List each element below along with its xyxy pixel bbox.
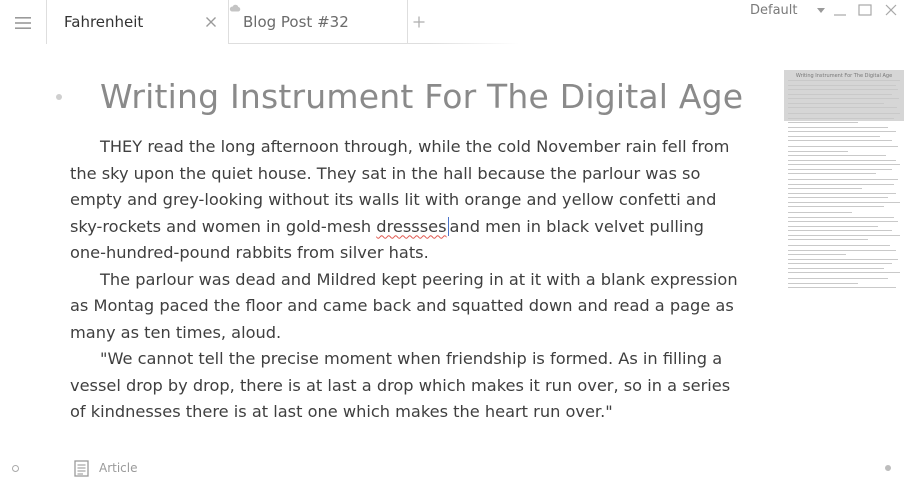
minimap-line xyxy=(788,126,888,128)
minimap-line xyxy=(788,278,888,279)
minimap-line xyxy=(788,263,892,264)
minimap-line xyxy=(788,135,880,137)
minimap-line xyxy=(788,188,862,189)
chevron-down-icon xyxy=(816,8,825,13)
minimap-line xyxy=(788,80,900,81)
minimap-line xyxy=(788,234,900,236)
document-type-label[interactable]: Article xyxy=(99,461,138,475)
minimap-line xyxy=(788,282,858,284)
minimap-line xyxy=(788,168,892,170)
minimap-line xyxy=(788,98,899,99)
tab-fahrenheit[interactable]: Fahrenheit xyxy=(46,0,229,44)
minimap-title: Writing Instrument For The Digital Age xyxy=(795,73,893,79)
minimap-line xyxy=(788,102,884,104)
minimap-line xyxy=(788,221,898,222)
cloud-icon xyxy=(229,4,241,12)
window-close-icon[interactable] xyxy=(884,4,898,16)
minimap-line xyxy=(788,131,896,132)
plus-icon xyxy=(413,16,424,27)
tab-label: Blog Post #32 xyxy=(243,12,349,31)
hamburger-icon xyxy=(15,16,31,29)
document-icon[interactable] xyxy=(74,460,89,477)
tab-divider xyxy=(429,43,519,44)
paragraph[interactable]: The parlour was dead and Mildred kept pe… xyxy=(70,267,738,347)
editor-body[interactable]: THEY read the long afternoon through, wh… xyxy=(70,134,738,426)
minimap-line xyxy=(788,164,900,165)
minimap-line xyxy=(788,192,896,194)
document-title[interactable]: Writing Instrument For The Digital Age xyxy=(100,77,743,116)
minimap-line xyxy=(788,84,896,86)
minimap-line xyxy=(788,212,852,213)
minimap-line xyxy=(788,201,900,203)
minimap-line xyxy=(788,239,868,240)
minimap-line xyxy=(788,258,898,260)
minimap-line xyxy=(788,146,898,147)
paragraph[interactable]: THEY read the long afternoon through, wh… xyxy=(70,134,738,267)
minimap-line xyxy=(788,287,896,288)
minimap-line xyxy=(788,245,890,246)
minimap-line xyxy=(788,159,896,161)
minimap-line xyxy=(788,173,876,174)
minimap-line xyxy=(788,272,900,273)
tab-label: Fahrenheit xyxy=(64,13,144,31)
minimap-line xyxy=(788,249,896,251)
paragraph[interactable]: "We cannot tell the precise moment when … xyxy=(70,346,738,426)
minimap-line xyxy=(788,117,894,119)
profile-label: Default xyxy=(750,3,798,18)
minimap-line xyxy=(788,267,884,269)
minimap-line xyxy=(788,230,892,231)
document-minimap[interactable]: Writing Instrument For The Digital Age xyxy=(784,70,904,295)
text-cursor xyxy=(447,216,449,236)
profile-selector[interactable]: Default xyxy=(750,3,825,18)
misspelled-word[interactable]: dressses xyxy=(376,217,446,236)
status-indicator-right[interactable] xyxy=(885,465,891,471)
status-indicator[interactable] xyxy=(12,465,19,472)
minimap-line xyxy=(788,93,892,95)
minimap-line xyxy=(788,216,894,218)
menu-button[interactable] xyxy=(0,0,46,45)
minimap-line xyxy=(788,150,848,152)
minimap-line xyxy=(788,183,894,185)
add-tab-button[interactable] xyxy=(407,0,429,44)
minimap-line xyxy=(788,179,898,180)
minimap-line xyxy=(788,197,888,198)
minimap-line xyxy=(788,155,886,156)
maximize-icon[interactable] xyxy=(858,4,872,16)
tab-bar: Fahrenheit Blog Post #32 Default xyxy=(0,0,904,45)
minimize-icon[interactable] xyxy=(833,4,847,16)
minimap-line xyxy=(788,122,858,123)
minimap-line xyxy=(788,113,900,114)
minimap-line xyxy=(788,254,846,255)
minimap-line xyxy=(788,89,898,90)
close-icon[interactable] xyxy=(204,15,218,29)
minimap-line xyxy=(788,107,897,108)
minimap-line xyxy=(788,225,878,227)
tab-blog-post[interactable]: Blog Post #32 xyxy=(229,0,407,44)
minimap-line xyxy=(788,140,892,141)
minimap-line xyxy=(788,206,884,207)
heading-marker xyxy=(56,94,62,100)
